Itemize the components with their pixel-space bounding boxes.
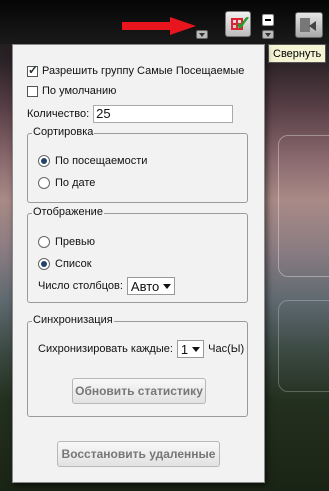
sorting-group: Сортировка По посещаемости По дате	[27, 126, 248, 203]
sort-by-date-label: По дате	[55, 177, 96, 189]
refresh-stats-button[interactable]: Обновить статистику	[72, 378, 206, 404]
most-visited-addon-button[interactable]: ✓	[225, 11, 252, 37]
addon-dropdown-icon[interactable]	[262, 30, 274, 39]
sync-interval-row: Сихронизировать каждые: 1 Час(Ы)	[38, 340, 244, 358]
chevron-down-icon	[163, 283, 172, 289]
background-card	[278, 135, 329, 277]
columns-row: Число столбцов: Авто	[38, 277, 176, 295]
sync-group: Синхронизация Сихронизировать каждые: 1 …	[27, 314, 248, 417]
list-option[interactable]: Список	[38, 258, 92, 270]
chevron-down-icon[interactable]	[196, 30, 208, 39]
collapse-tooltip: Свернуть	[268, 44, 327, 63]
display-group: Отображение Превью Список Число столбцов…	[27, 206, 248, 303]
settings-popup: Разрешить группу Самые Посещаемые По умо…	[12, 44, 265, 483]
display-legend: Отображение	[32, 206, 104, 218]
enable-group-option[interactable]: Разрешить группу Самые Посещаемые	[27, 63, 245, 77]
background-card	[278, 300, 329, 392]
sort-by-date-option[interactable]: По дате	[38, 177, 95, 189]
preview-radio[interactable]	[38, 236, 50, 248]
preview-option[interactable]: Превью	[38, 236, 95, 248]
list-radio[interactable]	[38, 258, 50, 270]
default-label: По умолчанию	[42, 85, 117, 97]
default-option[interactable]: По умолчанию	[27, 85, 116, 97]
columns-label: Число столбцов:	[38, 280, 123, 292]
count-input[interactable]: 25	[93, 105, 234, 123]
sync-interval-select[interactable]: 1	[176, 340, 205, 358]
columns-select[interactable]: Авто	[126, 277, 176, 295]
extension-icon[interactable]	[295, 12, 323, 38]
count-row: Количество: 25	[27, 105, 234, 123]
default-checkbox[interactable]	[27, 85, 38, 97]
chevron-down-icon	[192, 346, 201, 352]
enable-group-label: Разрешить группу Самые Посещаемые	[42, 65, 245, 77]
red-arrow-icon	[122, 17, 196, 35]
sort-by-visits-label: По посещаемости	[55, 155, 148, 167]
sort-by-date-radio[interactable]	[38, 177, 50, 189]
preview-label: Превью	[55, 236, 95, 248]
enable-group-checkbox[interactable]	[27, 63, 38, 77]
sync-legend: Синхронизация	[32, 314, 114, 326]
sync-interval-value: 1	[180, 341, 189, 357]
sort-by-visits-option[interactable]: По посещаемости	[38, 155, 147, 167]
sorting-legend: Сортировка	[32, 126, 95, 138]
sync-unit-label: Час(Ы)	[208, 343, 245, 355]
list-label: Список	[55, 258, 92, 270]
sync-interval-label: Сихронизировать каждые:	[38, 343, 173, 355]
count-label: Количество:	[27, 108, 90, 120]
restore-deleted-button[interactable]: Восстановить удаленные	[57, 441, 220, 467]
checkmark-icon: ✓	[235, 13, 252, 35]
collapse-icon[interactable]	[262, 14, 274, 26]
sort-by-visits-radio[interactable]	[38, 155, 50, 167]
columns-select-value: Авто	[130, 278, 160, 294]
